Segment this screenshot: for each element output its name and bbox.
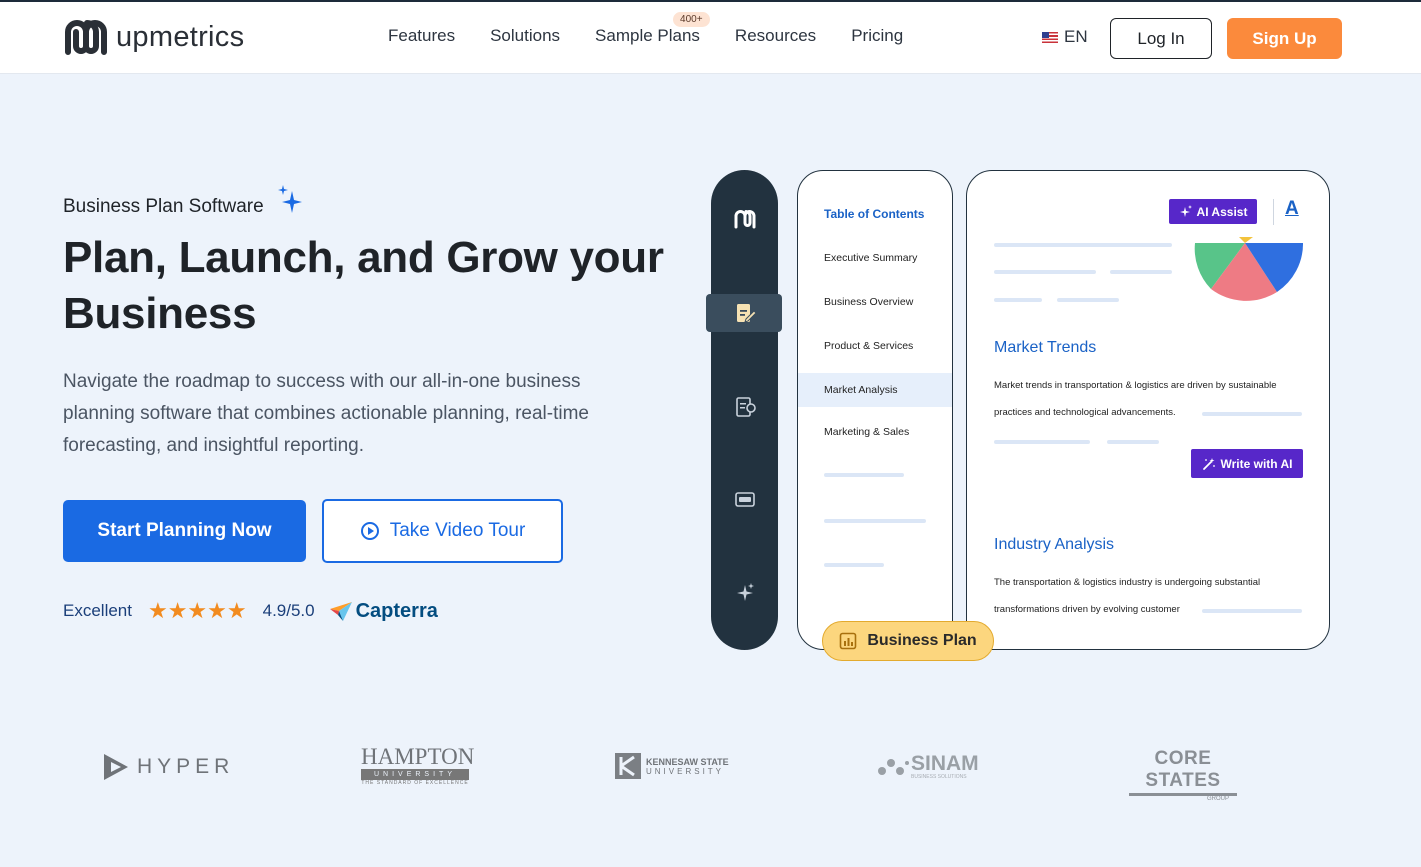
write-with-ai-button[interactable]: Write with AI xyxy=(1191,449,1303,478)
hyper-label: HYPER xyxy=(137,755,235,778)
placeholder-line xyxy=(1202,412,1302,416)
language-label: EN xyxy=(1064,27,1088,46)
core-states-logo: CORE STATES GROUP xyxy=(1129,748,1237,802)
sinam-logo: SINAM BUSINESS SOLUTIONS xyxy=(877,752,979,780)
kennesaw-line1: KENNESAW STATE xyxy=(646,756,729,767)
sinam-label: SINAM xyxy=(911,752,979,775)
placeholder-line xyxy=(1110,270,1172,274)
placeholder-line xyxy=(1107,440,1159,444)
nav-features[interactable]: Features xyxy=(388,26,455,46)
kennesaw-line2: UNIVERSITY xyxy=(646,766,725,776)
toc-item[interactable]: Marketing & Sales xyxy=(824,426,909,438)
main-nav: Features Solutions Sample Plans 400+ Res… xyxy=(388,12,938,46)
placeholder-line xyxy=(1202,609,1302,613)
placeholder-line xyxy=(994,440,1090,444)
capterra-badge[interactable]: Capterra xyxy=(329,599,438,623)
sinam-mark-icon xyxy=(878,759,909,775)
ai-sparkle-icon[interactable] xyxy=(733,581,757,605)
toc-placeholder-line xyxy=(824,519,926,523)
report-icon[interactable] xyxy=(733,395,757,419)
language-selector[interactable]: EN xyxy=(1042,27,1088,47)
sparkle-icon xyxy=(278,185,302,213)
upmetrics-logo-icon xyxy=(65,20,107,55)
nav-resources[interactable]: Resources xyxy=(735,26,816,46)
toc-placeholder-line xyxy=(824,563,884,567)
brand-logo[interactable]: upmetrics xyxy=(62,16,244,58)
rating-score: 4.9/5.0 xyxy=(262,601,315,620)
partner-logos: HYPER HAMPTON UNIVERSITY THE STANDARD OF… xyxy=(0,730,1421,810)
us-flag-icon xyxy=(1042,31,1058,43)
capterra-label: Capterra xyxy=(355,599,438,622)
capterra-logo-icon xyxy=(329,602,352,621)
toc-item[interactable]: Business Overview xyxy=(824,296,913,308)
sample-plans-count-badge: 400+ xyxy=(673,12,710,27)
font-color-icon[interactable]: A xyxy=(1285,198,1299,220)
kennesaw-state-logo: KENNESAW STATE UNIVERSITY xyxy=(614,752,729,780)
business-plan-label: Business Plan xyxy=(867,632,977,649)
business-plan-chip[interactable]: Business Plan xyxy=(822,621,994,661)
hampton-label: HAMPTON xyxy=(361,744,475,769)
signup-button[interactable]: Sign Up xyxy=(1227,18,1342,59)
login-button[interactable]: Log In xyxy=(1110,18,1212,59)
nav-pricing[interactable]: Pricing xyxy=(851,26,903,46)
ai-assist-label: AI Assist xyxy=(1196,204,1248,219)
play-circle-icon xyxy=(360,522,379,540)
upmetrics-mini-logo-icon xyxy=(734,210,756,229)
hampton-university-logo: HAMPTON UNIVERSITY THE STANDARD OF EXCEL… xyxy=(361,744,475,786)
video-tour-button[interactable]: Take Video Tour xyxy=(322,499,563,563)
market-trends-title: Market Trends xyxy=(994,339,1097,356)
nav-sample-plans[interactable]: Sample Plans 400+ xyxy=(595,12,710,46)
hero-title: Plan, Launch, and Grow your Business xyxy=(63,233,664,338)
nav-sample-plans-label: Sample Plans xyxy=(595,26,700,45)
table-of-contents-panel: Table of Contents Executive Summary Busi… xyxy=(797,170,953,650)
hampton-tagline: THE STANDARD OF EXCELLENCE xyxy=(361,780,469,786)
hyper-mark-icon xyxy=(104,754,128,780)
site-header: upmetrics Features Solutions Sample Plan… xyxy=(0,0,1421,74)
toc-title: Table of Contents xyxy=(824,207,925,221)
brand-name: upmetrics xyxy=(116,20,245,53)
industry-analysis-text: The transportation & logistics industry … xyxy=(994,577,1261,615)
market-trends-text: Market trends in transportation & logist… xyxy=(994,380,1277,418)
magic-wand-icon xyxy=(1202,457,1215,470)
placeholder-line xyxy=(1057,298,1119,302)
rating-label: Excellent xyxy=(63,601,132,620)
presentation-icon[interactable] xyxy=(733,488,757,512)
app-sidebar-illustration xyxy=(706,170,782,650)
placeholder-line xyxy=(994,298,1042,302)
ai-assist-button[interactable]: AI Assist xyxy=(1169,199,1257,224)
core-states-tagline: GROUP xyxy=(1206,796,1229,802)
placeholder-line xyxy=(994,243,1172,247)
toc-item[interactable]: Executive Summary xyxy=(824,252,917,264)
placeholder-line xyxy=(994,270,1096,274)
hyper-logo: HYPER xyxy=(103,752,234,782)
industry-analysis-title: Industry Analysis xyxy=(994,536,1115,553)
start-planning-button[interactable]: Start Planning Now xyxy=(63,500,306,562)
spreadsheet-icon xyxy=(840,632,857,650)
plan-content-panel: AI Assist A Market Trends Market trends … xyxy=(966,170,1330,650)
hampton-band: UNIVERSITY xyxy=(361,769,469,780)
nav-solutions[interactable]: Solutions xyxy=(490,26,560,46)
rating-row: Excellent ★★★★★ 4.9/5.0 Capterra xyxy=(63,598,438,624)
toc-item[interactable]: Product & Services xyxy=(824,340,913,352)
write-with-ai-label: Write with AI xyxy=(1220,456,1293,471)
ai-sparkle-icon xyxy=(1179,204,1192,217)
pie-chart-illustration xyxy=(1194,237,1303,301)
hero-description: Navigate the roadmap to success with our… xyxy=(63,371,589,456)
toc-item-active[interactable]: Market Analysis xyxy=(824,384,898,396)
toc-placeholder-line xyxy=(824,473,904,477)
video-tour-label: Take Video Tour xyxy=(389,520,526,541)
core-states-label: CORE STATES xyxy=(1129,748,1237,796)
hero-eyebrow: Business Plan Software xyxy=(63,196,264,217)
kennesaw-crest-icon xyxy=(615,753,641,779)
toolbar-divider xyxy=(1273,199,1274,225)
rating-stars: ★★★★★ xyxy=(147,598,247,623)
document-edit-icon[interactable] xyxy=(733,301,757,325)
